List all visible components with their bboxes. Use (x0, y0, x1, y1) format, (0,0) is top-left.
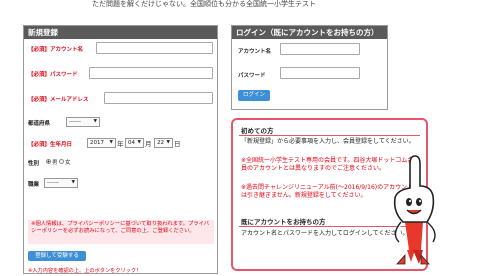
job-label: 職業 (28, 182, 40, 188)
account-label: アカウント名 (50, 47, 84, 53)
register-submit-button[interactable]: 登録して受験する (28, 251, 86, 261)
chevron-down-icon: ▼ (93, 119, 97, 124)
login-password-label: パスワード (238, 73, 266, 79)
required-tag: 【必須】 (28, 47, 51, 53)
gender-male-radio[interactable] (46, 159, 51, 164)
chevron-down-icon: ▼ (137, 140, 141, 145)
login-password-input[interactable] (280, 67, 360, 79)
job-row: 職業 (28, 180, 39, 188)
gender-label: 性別 (28, 161, 40, 167)
page-tagline: ただ問題を解くだけじゃない。全国順位も分かる全国統一小学生テスト (92, 0, 316, 8)
birthdate-row: 【必須】生年月日 (28, 140, 72, 148)
first-time-title: 初めての方 (241, 127, 274, 135)
login-panel: ログイン（既にアカウントをお持ちの方） アカウント名 パスワード ログイン (231, 25, 388, 110)
prefecture-label: 都道府県 (28, 121, 51, 127)
year-unit: 年 (117, 140, 124, 148)
divider (239, 135, 420, 136)
month-unit: 月 (145, 140, 152, 148)
job-select[interactable]: ------ ▼ (44, 178, 78, 188)
existing-account-title: 既にアカウントをお持ちの方 (241, 218, 326, 226)
login-account-input[interactable] (280, 43, 360, 55)
account-input[interactable] (96, 42, 213, 54)
first-time-text: 「新規登録」から必要事項を入力し、会員登録をしてください。 (241, 138, 415, 145)
day-unit: 日 (174, 140, 181, 148)
login-title: ログイン（既にアカウントをお持ちの方） (232, 26, 387, 39)
prefecture-value: ------ (69, 119, 81, 125)
birthdate-label: 生年月日 (50, 142, 73, 148)
required-tag: 【必須】 (28, 142, 51, 148)
password-input[interactable] (89, 67, 213, 79)
prefecture-row: 都道府県 (28, 119, 50, 127)
required-tag: 【必須】 (28, 72, 51, 78)
password-row: 【必須】パスワード (28, 70, 78, 78)
email-label: メールアドレス (50, 97, 89, 103)
prefecture-select[interactable]: ------ ▼ (66, 117, 100, 127)
submit-note: ※入力内容を確認の上、上のボタンをクリック！ (28, 268, 142, 274)
account-row: 【必須】アカウント名 (28, 45, 83, 53)
required-tag: 【必須】 (28, 97, 51, 103)
email-input[interactable] (104, 92, 213, 104)
birth-day-value: 22 (157, 140, 164, 146)
chevron-down-icon: ▼ (166, 140, 170, 145)
privacy-notice: ※個人情報は、プライバシーポリシーに基づいて取り扱われます。プライバシーポリシー… (28, 220, 214, 244)
birth-month-select[interactable]: 04 ▼ (125, 138, 144, 148)
login-button[interactable]: ログイン (238, 90, 270, 101)
birth-month-value: 04 (128, 140, 135, 146)
birth-day-select[interactable]: 22 ▼ (154, 138, 173, 148)
gender-row: 性別 (28, 159, 39, 167)
gender-female-label: 女 (65, 160, 71, 166)
registration-title: 新規登録 (24, 26, 217, 39)
chevron-down-icon: ▼ (109, 140, 113, 145)
pointing-hand-mascot-icon (393, 155, 436, 265)
birth-year-select[interactable]: 2017 ▼ (87, 138, 116, 148)
gender-male-label: 男 (52, 160, 58, 166)
chevron-down-icon: ▼ (71, 180, 75, 185)
job-value: ------ (47, 180, 59, 186)
email-row: 【必須】メールアドレス (28, 95, 89, 103)
birth-year-value: 2017 (90, 140, 104, 146)
privacy-text: ※個人情報は、プライバシーポリシーに基づいて取り扱われます。プライバシーポリシー… (31, 221, 210, 234)
gender-female-radio[interactable] (59, 159, 64, 164)
registration-panel: 新規登録 【必須】アカウント名 【必須】パスワード 【必須】メールアドレス 都道… (23, 25, 218, 274)
password-label: パスワード (50, 72, 78, 78)
login-account-label: アカウント名 (238, 49, 272, 55)
